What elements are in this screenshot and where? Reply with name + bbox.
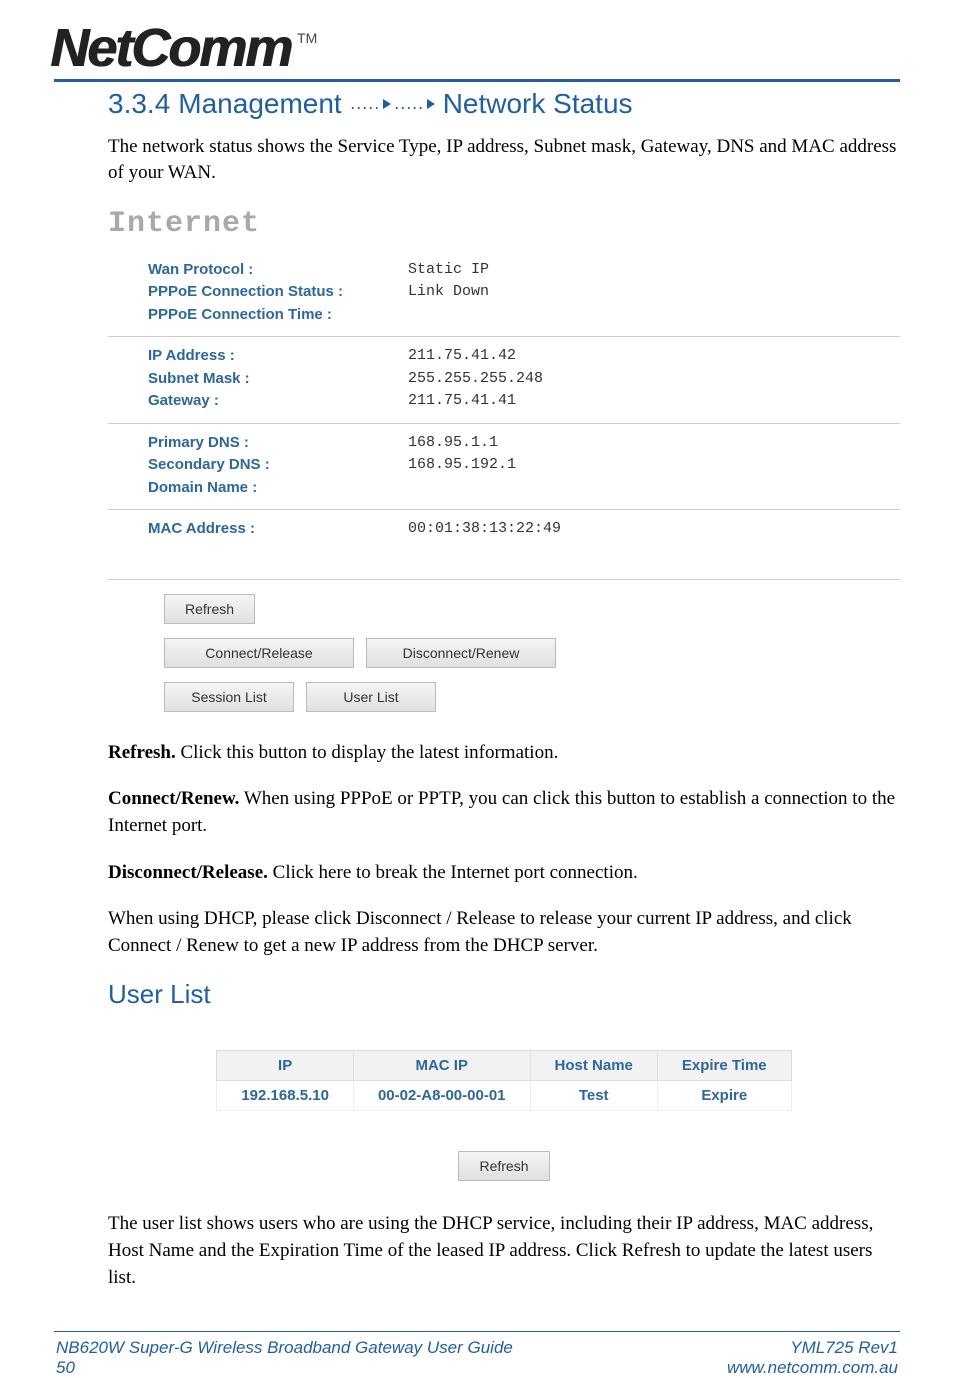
dotted-arrow-icon [350, 88, 435, 120]
kv-value: 168.95.192.1 [408, 454, 516, 477]
user-list-description: The user list shows users who are using … [108, 1211, 900, 1291]
section-title-right: Network Status [443, 88, 633, 120]
kv-label: Primary DNS : [148, 432, 408, 455]
user-list-heading: User List [108, 979, 900, 1010]
kv-label: PPPoE Connection Status : [148, 281, 408, 304]
footer-divider [54, 1331, 900, 1332]
refresh-button[interactable]: Refresh [164, 594, 255, 624]
kv-ip-address: IP Address : 211.75.41.42 [148, 345, 900, 368]
user-list-table: IP MAC IP Host Name Expire Time 192.168.… [216, 1050, 791, 1111]
section-title-left: Management [178, 88, 341, 120]
table-header-row: IP MAC IP Host Name Expire Time [217, 1051, 791, 1081]
cell-host: Test [530, 1081, 657, 1111]
kv-value: 168.95.1.1 [408, 432, 498, 455]
kv-label: Subnet Mask : [148, 368, 408, 391]
user-list-button[interactable]: User List [306, 682, 436, 712]
kv-label: Secondary DNS : [148, 454, 408, 477]
disconnect-renew-button[interactable]: Disconnect/Renew [366, 638, 556, 668]
connect-release-button[interactable]: Connect/Release [164, 638, 354, 668]
kv-secondary-dns: Secondary DNS : 168.95.192.1 [148, 454, 900, 477]
col-expire: Expire Time [657, 1051, 791, 1081]
kv-label: PPPoE Connection Time : [148, 304, 408, 327]
session-list-button[interactable]: Session List [164, 682, 294, 712]
kv-value: 00:01:38:13:22:49 [408, 518, 561, 541]
footer-guide-title: NB620W Super-G Wireless Broadband Gatewa… [56, 1338, 513, 1358]
col-ip: IP [217, 1051, 354, 1081]
disconnect-description: Disconnect/Release. Click here to break … [108, 860, 900, 887]
kv-pppoe-time: PPPoE Connection Time : [148, 304, 900, 327]
kv-label: Wan Protocol : [148, 259, 408, 282]
panel-heading: Internet [108, 207, 900, 241]
cell-ip: 192.168.5.10 [217, 1081, 354, 1111]
kv-label: Domain Name : [148, 477, 408, 500]
footer-page-number: 50 [56, 1358, 513, 1378]
page-footer: NB620W Super-G Wireless Broadband Gatewa… [54, 1338, 900, 1378]
logo-text: NetComm [50, 24, 291, 73]
footer-revision: YML725 Rev1 [727, 1338, 898, 1358]
kv-value: Static IP [408, 259, 489, 282]
dhcp-description: When using DHCP, please click Disconnect… [108, 906, 900, 959]
section-heading: 3.3.4 Management Network Status [108, 88, 900, 120]
disconnect-bold: Disconnect/Release. [108, 862, 268, 883]
cell-mac: 00-02-A8-00-00-01 [353, 1081, 530, 1111]
kv-primary-dns: Primary DNS : 168.95.1.1 [148, 432, 900, 455]
kv-label: MAC Address : [148, 518, 408, 541]
footer-url: www.netcomm.com.au [727, 1358, 898, 1378]
kv-value: 211.75.41.42 [408, 345, 516, 368]
kv-label: IP Address : [148, 345, 408, 368]
disconnect-text: Click here to break the Internet port co… [268, 862, 638, 883]
refresh-bold: Refresh. [108, 742, 176, 763]
kv-mac-address: MAC Address : 00:01:38:13:22:49 [148, 518, 900, 541]
header-divider [54, 79, 900, 82]
kv-domain-name: Domain Name : [148, 477, 900, 500]
internet-status-panel: Internet Wan Protocol : Static IP PPPoE … [108, 207, 900, 712]
col-host: Host Name [530, 1051, 657, 1081]
logo-tm: TM [297, 30, 317, 46]
kv-value: 211.75.41.41 [408, 390, 516, 413]
table-row: 192.168.5.10 00-02-A8-00-00-01 Test Expi… [217, 1081, 791, 1111]
panel-divider [108, 579, 900, 580]
kv-wan-protocol: Wan Protocol : Static IP [148, 259, 900, 282]
kv-subnet-mask: Subnet Mask : 255.255.255.248 [148, 368, 900, 391]
cell-expire: Expire [657, 1081, 791, 1111]
kv-label: Gateway : [148, 390, 408, 413]
refresh-text: Click this button to display the latest … [176, 742, 559, 763]
kv-pppoe-status: PPPoE Connection Status : Link Down [148, 281, 900, 304]
refresh-description: Refresh. Click this button to display th… [108, 740, 900, 767]
connect-description: Connect/Renew. When using PPPoE or PPTP,… [108, 786, 900, 839]
user-list-refresh-button[interactable]: Refresh [458, 1151, 549, 1181]
kv-gateway: Gateway : 211.75.41.41 [148, 390, 900, 413]
intro-paragraph: The network status shows the Service Typ… [108, 134, 900, 187]
connect-bold: Connect/Renew. [108, 788, 239, 809]
brand-logo: NetComm TM [50, 24, 900, 73]
kv-value: Link Down [408, 281, 489, 304]
kv-value: 255.255.255.248 [408, 368, 543, 391]
section-number: 3.3.4 [108, 88, 170, 120]
col-mac: MAC IP [353, 1051, 530, 1081]
